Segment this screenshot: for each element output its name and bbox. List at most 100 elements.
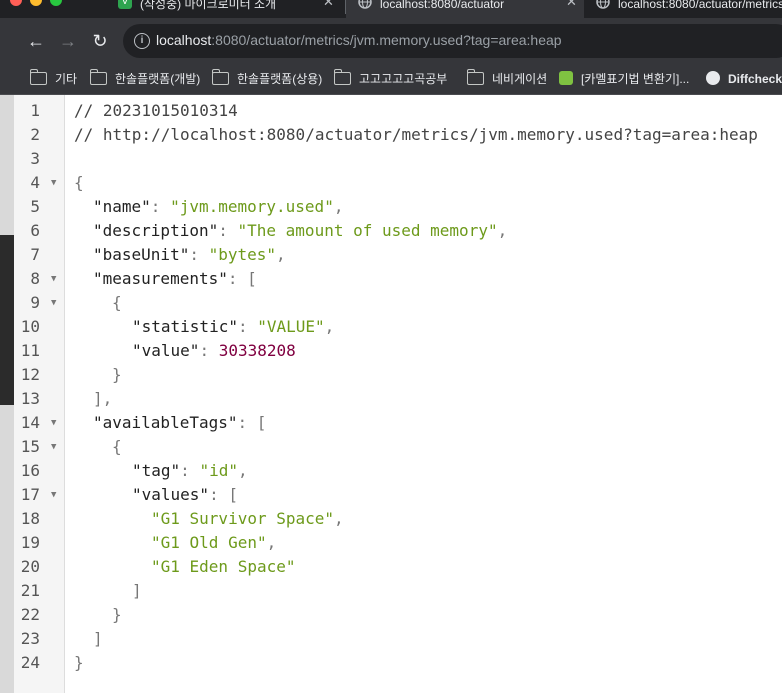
bookmark-diffchecker[interactable]: Diffcheck bbox=[706, 70, 782, 88]
folder-icon bbox=[29, 68, 47, 85]
code-line: 9 ▼{ bbox=[14, 291, 782, 315]
code-line: 5 "name": "jvm.memory.used", bbox=[14, 195, 782, 219]
code-line: 18 "G1 Survivor Space", bbox=[14, 507, 782, 531]
bookmark-label: [카멜표기법 변환기]... bbox=[581, 72, 690, 86]
fold-toggle-icon[interactable]: ▼ bbox=[51, 171, 56, 195]
code-line: 10 "statistic": "VALUE", bbox=[14, 315, 782, 339]
bookmark-folder-navigation[interactable]: 네비게이션 bbox=[466, 68, 548, 88]
globe-icon bbox=[596, 0, 610, 9]
fold-toggle-icon[interactable]: ▼ bbox=[51, 435, 56, 459]
info-icon[interactable]: i bbox=[134, 33, 150, 49]
line-number: 17 bbox=[20, 485, 40, 504]
code-line: 3 bbox=[14, 147, 782, 171]
line-number: 20 bbox=[20, 557, 40, 576]
code-line: 17 ▼ "values": [ bbox=[14, 483, 782, 507]
url-text[interactable]: localhost:8080/actuator/metrics/jvm.memo… bbox=[156, 32, 562, 48]
json-string-value: "VALUE" bbox=[257, 317, 325, 336]
line-number: 15 bbox=[20, 437, 40, 456]
line-number: 10 bbox=[20, 317, 40, 336]
code-line: 13], bbox=[14, 387, 782, 411]
json-key: "description" bbox=[93, 221, 219, 240]
json-string-value: "bytes" bbox=[208, 245, 277, 264]
background-window-edge bbox=[0, 95, 14, 693]
line-number: 11 bbox=[20, 341, 40, 360]
address-bar[interactable]: i localhost:8080/actuator/metrics/jvm.me… bbox=[123, 24, 782, 58]
code-line: 2 // http://localhost:8080/actuator/metri… bbox=[14, 123, 782, 147]
maximize-window-button[interactable] bbox=[50, 0, 62, 6]
json-string-value: "G1 Old Gen" bbox=[151, 533, 267, 552]
json-string-value: "G1 Eden Space" bbox=[151, 557, 296, 576]
line-number: 4 bbox=[30, 173, 40, 192]
tab-draft-micrometer[interactable]: V (작성중) 마이크로미터 소개 ✕ bbox=[118, 0, 340, 18]
line-number: 1 bbox=[30, 101, 40, 120]
code-line: 22} bbox=[14, 603, 782, 627]
code-line: 7 "baseUnit": "bytes", bbox=[14, 243, 782, 267]
line-number: 7 bbox=[30, 245, 40, 264]
bookmark-label: 한솔플랫폼(개발) bbox=[115, 72, 201, 86]
url-path: :8080/actuator/metrics/jvm.memory.used?t… bbox=[211, 32, 562, 48]
browser-toolbar: ← → ↻ i localhost:8080/actuator/metrics/… bbox=[0, 18, 782, 64]
folder-icon bbox=[211, 68, 229, 85]
bookmark-folder-other[interactable]: 기타 bbox=[29, 68, 78, 88]
close-tab-icon[interactable]: ✕ bbox=[323, 0, 334, 8]
folder-icon bbox=[466, 68, 484, 85]
tab-metrics[interactable]: localhost:8080/actuator/metrics bbox=[596, 0, 782, 18]
code-line: 20 "G1 Eden Space" bbox=[14, 555, 782, 579]
code-line: 1 // 20231015010314 bbox=[14, 99, 782, 123]
json-viewer: 1 // 20231015010314 2 // http://localhost:… bbox=[14, 95, 782, 693]
code-line: 16 "tag": "id", bbox=[14, 459, 782, 483]
bookmark-label: 기타 bbox=[55, 72, 78, 86]
code-line: 6 "description": "The amount of used memo… bbox=[14, 219, 782, 243]
bookmark-camelcase-converter[interactable]: [카멜표기법 변환기]... bbox=[559, 70, 689, 88]
line-number: 12 bbox=[20, 365, 40, 384]
velog-icon: V bbox=[118, 0, 132, 9]
line-number: 6 bbox=[30, 221, 40, 240]
fold-toggle-icon[interactable]: ▼ bbox=[51, 267, 56, 291]
fold-toggle-icon[interactable]: ▼ bbox=[51, 411, 56, 435]
line-number: 8 bbox=[30, 269, 40, 288]
json-key: "statistic" bbox=[132, 317, 238, 336]
line-number: 19 bbox=[20, 533, 40, 552]
line-number: 9 bbox=[30, 293, 40, 312]
close-window-button[interactable] bbox=[10, 0, 22, 6]
line-number: 21 bbox=[20, 581, 40, 600]
bookmark-folder-dev[interactable]: 한솔플랫폼(개발) bbox=[89, 68, 201, 88]
back-arrow-icon[interactable]: ← bbox=[24, 29, 48, 53]
json-key: "name" bbox=[93, 197, 151, 216]
timestamp-comment: // 20231015010314 bbox=[74, 101, 238, 120]
line-number: 3 bbox=[30, 149, 40, 168]
line-number: 16 bbox=[20, 461, 40, 480]
bookmark-folder-prod[interactable]: 한솔플랫폼(상용) bbox=[211, 68, 323, 88]
code-line: 21] bbox=[14, 579, 782, 603]
forward-arrow-icon[interactable]: → bbox=[56, 29, 80, 53]
line-number: 13 bbox=[20, 389, 40, 408]
json-key: "availableTags" bbox=[93, 413, 238, 432]
folder-icon bbox=[333, 68, 351, 85]
line-number: 23 bbox=[20, 629, 40, 648]
code-line: 23] bbox=[14, 627, 782, 651]
tab-actuator[interactable]: localhost:8080/actuator ✕ bbox=[346, 0, 584, 18]
json-string-value: "jvm.memory.used" bbox=[170, 197, 334, 216]
line-number: 18 bbox=[20, 509, 40, 528]
bookmarks-bar: 기타 한솔플랫폼(개발) 한솔플랫폼(상용) 고고고고고곡공부 네비게이션 [카… bbox=[0, 64, 782, 95]
json-key: "values" bbox=[132, 485, 210, 504]
bookmark-label: 한솔플랫폼(상용) bbox=[237, 72, 323, 86]
bookmark-label: 네비게이션 bbox=[492, 72, 548, 86]
reload-icon[interactable]: ↻ bbox=[88, 29, 112, 53]
json-string-value: "The amount of used memory" bbox=[237, 221, 498, 240]
json-number-value: 30338208 bbox=[218, 341, 296, 360]
line-number: 2 bbox=[30, 125, 40, 144]
fold-toggle-icon[interactable]: ▼ bbox=[51, 483, 56, 507]
bookmark-folder-study[interactable]: 고고고고고곡공부 bbox=[333, 68, 447, 88]
json-string-value: "id" bbox=[199, 461, 238, 480]
json-key: "baseUnit" bbox=[93, 245, 190, 264]
line-number: 24 bbox=[20, 653, 40, 672]
line-number: 14 bbox=[20, 413, 40, 432]
close-brace: } bbox=[74, 653, 84, 672]
minimize-window-button[interactable] bbox=[30, 0, 42, 6]
fold-toggle-icon[interactable]: ▼ bbox=[51, 291, 56, 315]
app-icon bbox=[559, 71, 573, 86]
close-tab-icon[interactable]: ✕ bbox=[566, 0, 577, 8]
code-line: 15 ▼{ bbox=[14, 435, 782, 459]
json-key: "tag" bbox=[132, 461, 181, 480]
